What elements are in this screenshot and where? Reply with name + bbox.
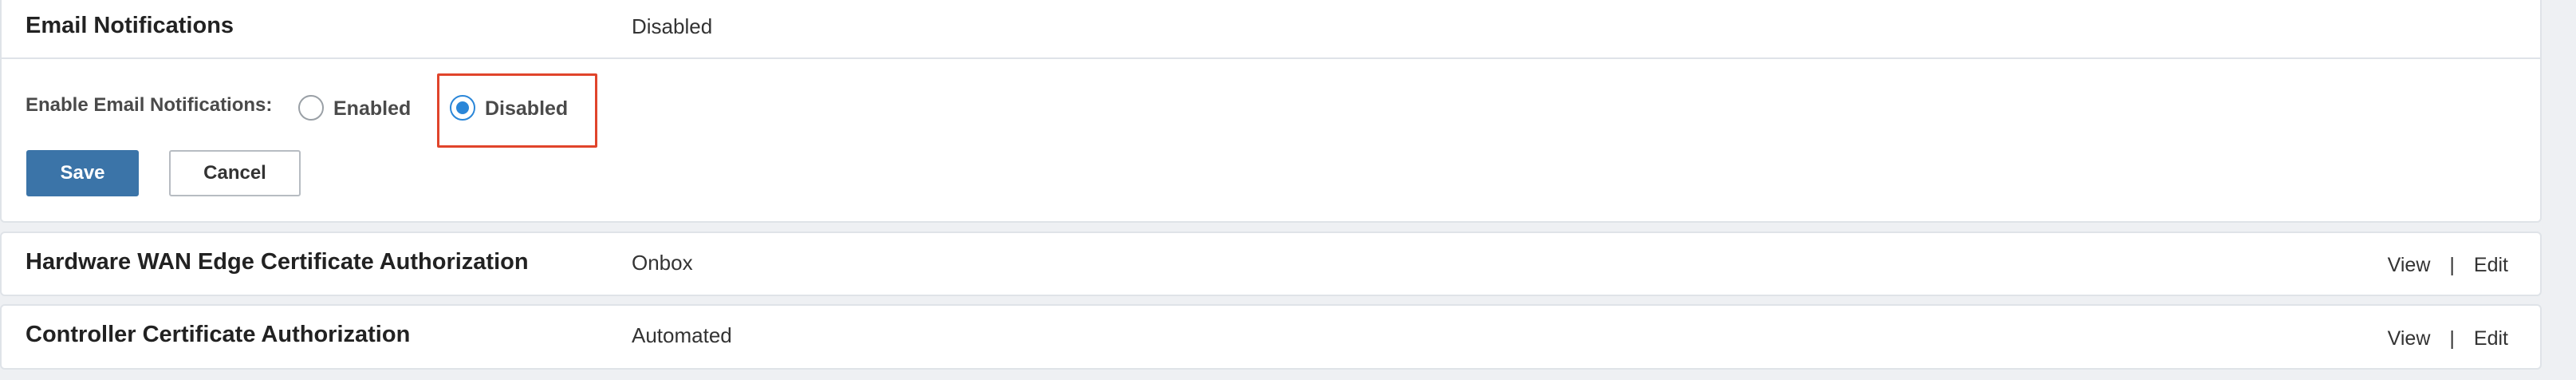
hardware-wan-edge-panel: Hardware WAN Edge Certificate Authorizat…	[0, 232, 2542, 296]
view-link[interactable]: View	[2388, 327, 2431, 350]
divider	[2, 57, 2540, 59]
controller-certificate-panel: Controller Certificate Authorization Aut…	[0, 304, 2542, 370]
edit-link[interactable]: Edit	[2474, 254, 2508, 277]
settings-page: Email Notifications Disabled Enable Emai…	[0, 0, 2576, 380]
radio-enabled-label[interactable]: Enabled	[333, 97, 411, 121]
save-button[interactable]: Save	[26, 150, 139, 196]
email-notifications-title[interactable]: Email Notifications	[26, 13, 234, 39]
action-separator: |	[2449, 254, 2455, 276]
controller-certificate-value: Automated	[632, 323, 732, 347]
controller-certificate-title[interactable]: Controller Certificate Authorization	[26, 322, 410, 348]
edit-link[interactable]: Edit	[2474, 327, 2508, 350]
selection-highlight-box	[437, 73, 597, 148]
radio-enabled[interactable]	[298, 95, 324, 121]
hardware-wan-edge-actions: View | Edit	[2388, 254, 2508, 277]
enable-email-notifications-label: Enable Email Notifications:	[26, 94, 273, 116]
view-link[interactable]: View	[2388, 254, 2431, 277]
email-notifications-value: Disabled	[632, 14, 713, 38]
hardware-wan-edge-title[interactable]: Hardware WAN Edge Certificate Authorizat…	[26, 249, 529, 275]
hardware-wan-edge-value: Onbox	[632, 251, 693, 275]
action-separator: |	[2449, 327, 2455, 350]
email-notifications-panel: Email Notifications Disabled Enable Emai…	[0, 0, 2542, 223]
controller-certificate-actions: View | Edit	[2388, 327, 2508, 350]
cancel-button[interactable]: Cancel	[169, 150, 301, 196]
